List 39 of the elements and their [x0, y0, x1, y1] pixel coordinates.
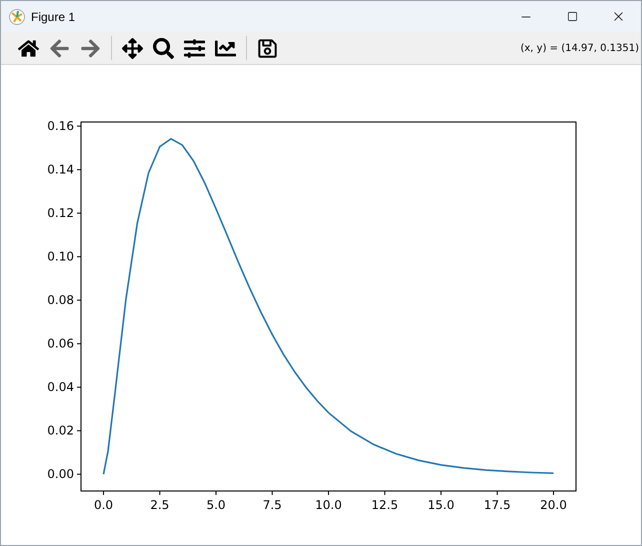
tick-mark — [76, 126, 82, 127]
tick-mark — [159, 490, 160, 496]
x-tick-label: 17.5 — [484, 498, 511, 512]
tick-mark — [272, 490, 273, 496]
tick-mark — [76, 300, 82, 301]
y-tick-label: 0.08 — [47, 293, 74, 308]
tick-mark — [76, 256, 82, 258]
tick-mark — [76, 430, 82, 432]
maximize-icon[interactable] — [566, 11, 578, 22]
tick-mark — [76, 169, 82, 170]
y-tick-label: 0.16 — [47, 119, 74, 134]
window-title: Figure 1 — [31, 10, 76, 24]
x-tick-label: 5.0 — [206, 498, 226, 512]
x-tick-label: 15.0 — [428, 498, 454, 512]
tick-mark — [553, 490, 554, 496]
y-tick-label: 0.00 — [47, 467, 74, 482]
y-tick-label: 0.10 — [47, 250, 74, 264]
y-tick-label: 0.14 — [47, 162, 74, 177]
tick-mark — [328, 490, 329, 496]
x-tick-label: 2.5 — [150, 498, 170, 512]
x-tick-label: 7.5 — [262, 498, 282, 512]
tick-mark — [76, 212, 82, 214]
x-tick-label: 20.0 — [540, 498, 567, 512]
tick-mark — [76, 474, 82, 475]
tick-mark — [440, 490, 442, 496]
y-tick-label: 0.06 — [47, 336, 74, 351]
x-tick-label: 12.5 — [371, 498, 398, 512]
tick-mark — [76, 343, 82, 344]
tick-mark — [76, 386, 82, 388]
y-tick-label: 0.12 — [47, 206, 74, 220]
x-tick-label: 10.0 — [315, 498, 342, 512]
x-tick-label: 0.0 — [94, 498, 114, 512]
y-tick-label: 0.04 — [47, 380, 74, 394]
tick-mark — [496, 490, 498, 496]
cursor-coordinates: (x, y) = (14.97, 0.1351) — [520, 42, 639, 54]
y-tick-label: 0.02 — [47, 424, 74, 438]
app-logo-icon — [9, 8, 25, 24]
tick-mark — [103, 490, 104, 496]
tick-mark — [384, 490, 386, 496]
